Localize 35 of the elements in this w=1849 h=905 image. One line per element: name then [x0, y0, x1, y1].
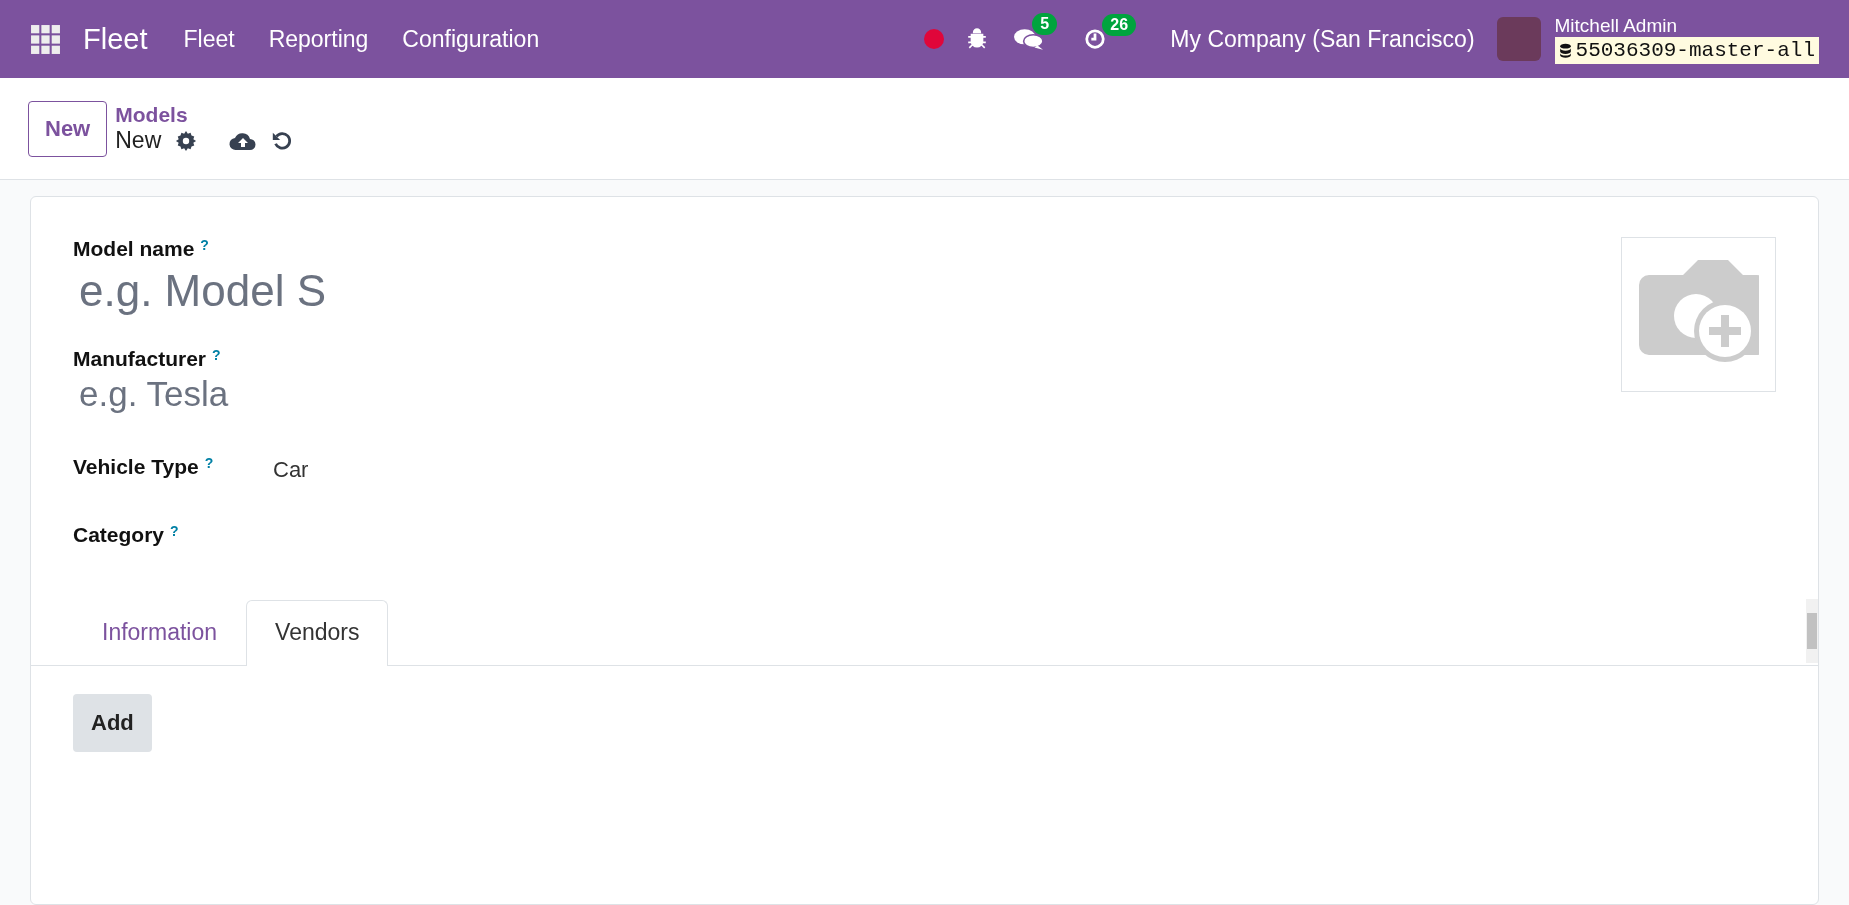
activity-count-badge: 26: [1102, 14, 1137, 36]
text-input[interactable]: e.g. Model S: [73, 261, 685, 321]
help-tooltip[interactable]: ?: [212, 347, 221, 363]
breadcrumb-link[interactable]: Models: [115, 103, 294, 127]
message-count-badge: 5: [1032, 13, 1058, 35]
scrollbar[interactable]: [1806, 599, 1818, 663]
field-label: Category: [73, 523, 165, 547]
app-name[interactable]: Fleet: [83, 22, 148, 56]
add-button[interactable]: Add: [73, 694, 152, 752]
database-icon: [1558, 42, 1572, 58]
help-tooltip[interactable]: ?: [204, 455, 214, 471]
app-grid-icon[interactable]: [30, 23, 61, 55]
help-tooltip[interactable]: ?: [170, 523, 179, 539]
settings-icon[interactable]: [175, 129, 198, 152]
bug-icon[interactable]: [966, 28, 989, 50]
field-label: Model name: [73, 237, 195, 261]
record-title: New: [115, 127, 162, 154]
undo-icon[interactable]: [271, 129, 294, 152]
text-input[interactable]: e.g. Tesla: [73, 371, 685, 417]
field-value[interactable]: Car: [273, 457, 309, 483]
record-dot-icon[interactable]: [924, 29, 945, 49]
new-button[interactable]: New: [28, 100, 108, 157]
user-name[interactable]: Mitchell Admin: [1554, 14, 1819, 37]
company-switcher[interactable]: My Company (San Francisco): [1170, 25, 1475, 53]
tab[interactable]: Vendors: [246, 600, 389, 666]
help-tooltip[interactable]: ?: [200, 237, 209, 253]
field-label: Vehicle Type: [73, 455, 199, 479]
field-label: Manufacturer: [73, 347, 207, 371]
chat-icon[interactable]: [1014, 27, 1045, 51]
clock-icon[interactable]: [1084, 28, 1107, 50]
menu-item[interactable]: Reporting: [268, 25, 369, 53]
database-name: 55036309-master-all: [1575, 38, 1815, 62]
menu-item[interactable]: Configuration: [402, 25, 540, 53]
menu-item[interactable]: Fleet: [183, 25, 235, 53]
tab[interactable]: Information: [73, 600, 247, 666]
